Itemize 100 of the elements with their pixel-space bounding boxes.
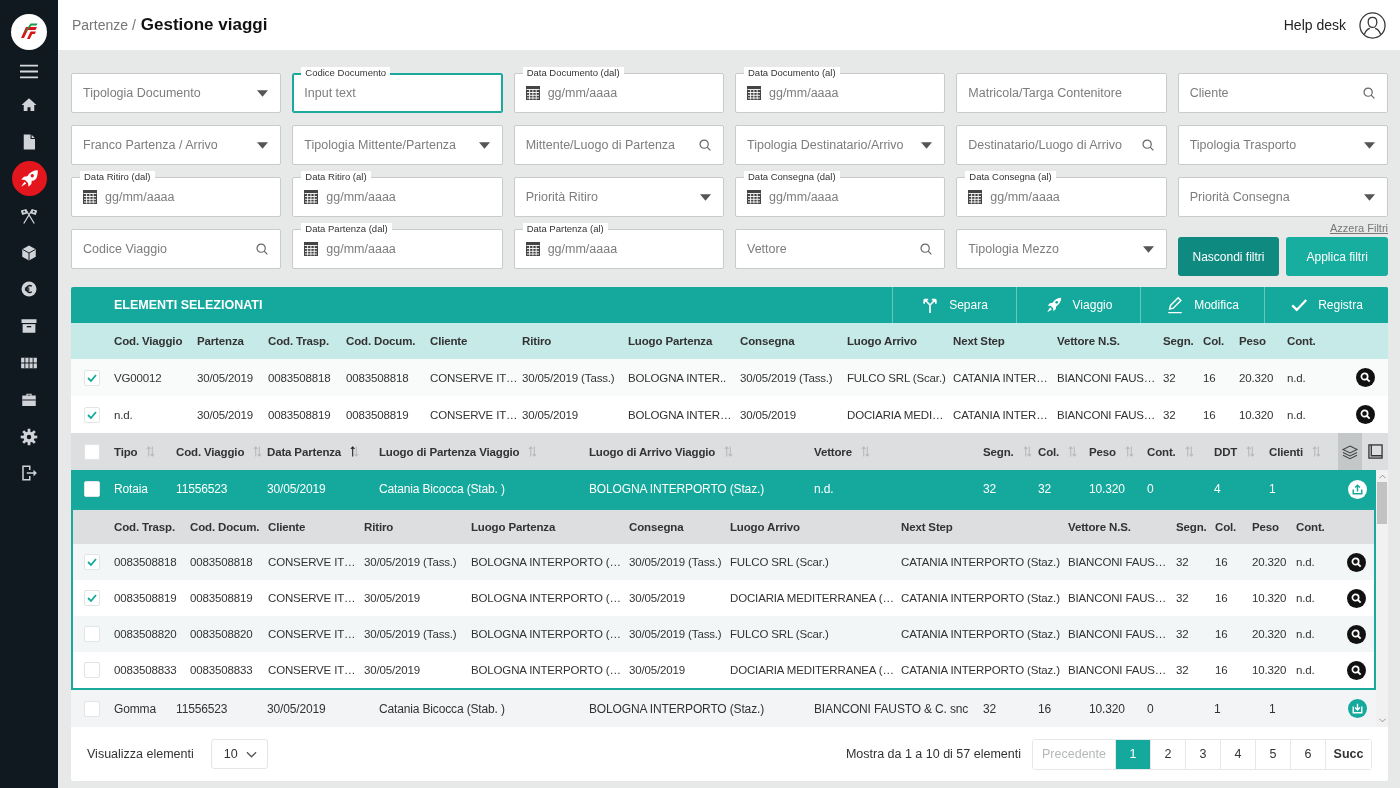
search-field[interactable]: Vettore [735,229,946,269]
column-header: Consegna [740,335,796,347]
select-field[interactable]: Priorità Consegna [1177,177,1388,217]
euro-coin-icon[interactable] [20,280,38,299]
checkmark-icon [87,410,97,419]
checkbox[interactable] [84,481,100,497]
scrollbar[interactable] [1376,470,1388,727]
checkbox[interactable] [84,554,100,570]
column-header[interactable]: Cont. [1147,445,1214,458]
table-cell-text: n.d. [1287,371,1307,384]
table-cell-text: 0083508818 [268,371,332,384]
select-field[interactable]: Tipologia Trasporto [1177,125,1388,165]
search-icon[interactable] [1346,624,1366,644]
table-cell-text: BOLOGNA INTERPORTO (… [471,556,622,568]
cube-icon[interactable] [20,243,38,262]
calendar-icon[interactable] [304,242,319,256]
calendar-icon[interactable] [525,86,540,100]
checkbox[interactable] [84,443,100,460]
checkbox[interactable] [84,662,100,678]
hide-filters-button[interactable]: Nascondi filtri [1177,237,1280,276]
table-cell-text: 16 [1215,592,1229,604]
column-header: Segn. [1176,521,1208,533]
layers-icon[interactable] [1338,433,1362,470]
breadcrumb-link[interactable]: Partenze / [72,17,136,33]
next-page-button[interactable]: Succ [1325,739,1371,769]
column-header[interactable]: Cod. Viaggio [176,445,267,458]
page-size-select[interactable]: 10 [210,739,268,769]
column-header[interactable]: Col. [1038,445,1089,458]
calendar-icon[interactable] [747,86,761,100]
table-cell-text: 10.320 [1252,664,1288,676]
search-field[interactable]: Destinatario/Luogo di Arrivo [956,125,1167,165]
checkbox[interactable] [84,626,100,642]
checkbox[interactable] [84,406,100,423]
reset-filters-link[interactable]: Azzera Filtri [1329,221,1388,235]
results-summary: Mostra da 1 a 10 di 57 elementi [845,747,1021,761]
table-cell-text: 10.320 [1239,408,1275,421]
search-field[interactable]: Mittente/Luogo di Partenza [513,125,724,165]
table-cell-text: 32 [1163,408,1177,421]
checkbox[interactable] [84,590,100,606]
calendar-icon[interactable] [525,242,540,256]
search-icon[interactable] [1355,405,1375,424]
calendar-icon[interactable] [968,190,983,204]
scrollbar-thumb[interactable] [1377,482,1387,524]
table-cell-text: BOLOGNA INTER.. [628,371,728,384]
text-field[interactable]: Matricola/Targa Contenitore [956,73,1167,113]
search-field[interactable]: Cliente [1177,73,1388,113]
table-cell-text: CATANIA INTERPORTO (Staz.) [901,628,1061,640]
column-header: Vettore N.S. [1068,521,1132,533]
table-cell-text: BOLOGNA INTERPORTO (Staz.) [589,482,766,496]
user-avatar-icon[interactable] [1359,11,1386,39]
table-cell-text: BIANCONI FAUS… [1068,592,1168,604]
logout-icon[interactable] [20,464,38,483]
table-cell-text: 1 [1269,482,1277,496]
select-field[interactable]: Priorità Ritiro [513,177,724,217]
column-header[interactable]: Clienti [1269,445,1338,458]
search-icon[interactable] [1346,588,1366,608]
column-header[interactable]: Data Partenza [267,445,379,458]
column-header[interactable]: Luogo di Arrivo Viaggio [589,445,814,458]
select-field[interactable]: Tipologia Documento [71,73,282,113]
archive-icon[interactable] [20,317,38,336]
search-icon[interactable] [1355,368,1375,387]
calendar-icon[interactable] [304,190,319,204]
column-header[interactable]: Peso [1089,445,1147,458]
column-header[interactable]: DDT [1214,445,1269,458]
search-field[interactable]: Codice Viaggio [71,229,282,269]
select-field[interactable]: Franco Partenza / Arrivo [71,125,282,165]
search-icon[interactable] [1346,660,1366,680]
column-header[interactable]: Tipo [114,445,176,458]
column-header: Peso [1252,521,1280,533]
table-cell-text: CONSERVE IT… [268,556,357,568]
sort-icon[interactable] [350,446,360,457]
table-cell-text: 32 [1176,628,1190,640]
search-icon[interactable] [1346,552,1366,572]
table-cell-text: n.d. [1296,628,1316,640]
column-header: Cod. Docum. [346,335,417,347]
column-header[interactable]: Luogo di Partenza Viaggio [379,445,589,458]
calendar-icon[interactable] [747,190,761,204]
table-cell-text: DOCIARIA MEDI… [847,408,945,421]
settings-icon[interactable] [20,427,38,446]
table-cell-text: BOLOGNA INTERPORTO (Staz.) [589,701,766,716]
table-cell-text: n.d. [1296,664,1316,676]
rocket-icon[interactable] [11,161,47,197]
checkbox[interactable] [84,369,100,386]
trip-row[interactable]: Gomma 11556523 30/05/2019 Catania Bicocca (Stab. ) BOLOGNA INTERPORTO (Staz.) BIANCONI FAUSTO & C. snc 32 16 10.320 0 1 1 [71,690,1376,727]
column-header[interactable]: Vettore [814,445,983,458]
table-cell-text: 32 [1176,664,1190,676]
select-field[interactable]: Tipologia Destinatario/Arrivo [735,125,946,165]
column-header[interactable]: Segn. [983,445,1038,458]
select-field[interactable]: Tipologia Mittente/Partenza [292,125,503,165]
table-cell-text: 30/05/2019 [629,664,687,676]
table-cell-text: 0083508818 [114,556,178,568]
menu-icon[interactable] [20,64,38,79]
table-cell-text: 1 [1214,701,1222,716]
calendar-icon[interactable] [83,190,97,204]
checkbox[interactable] [84,700,100,717]
window-icon[interactable] [1368,444,1383,459]
help-desk-link[interactable]: Help desk [1283,17,1346,33]
select-field[interactable]: Tipologia Mezzo [956,229,1167,269]
crossed-flags-icon[interactable] [20,206,38,225]
logo-icon[interactable] [11,14,47,50]
